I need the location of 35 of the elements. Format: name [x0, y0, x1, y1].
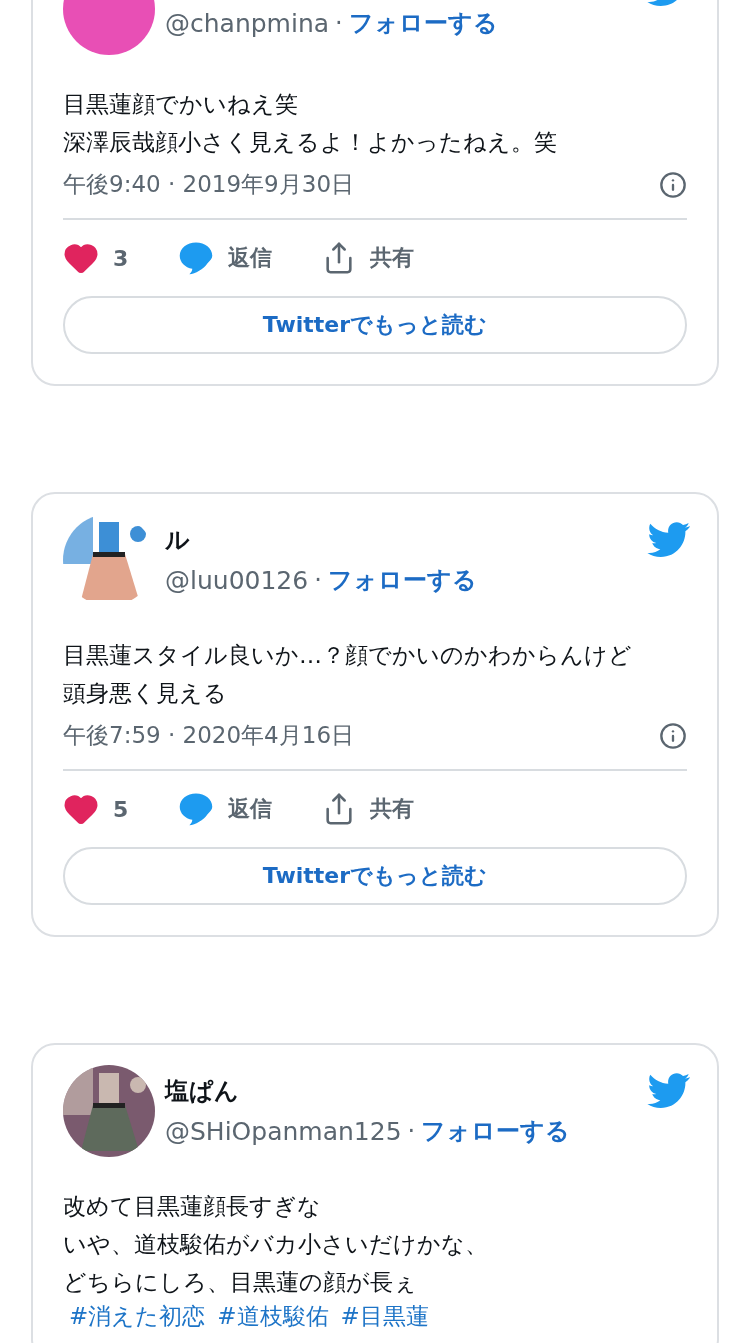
- info-icon[interactable]: [659, 170, 687, 199]
- tweet-timestamp[interactable]: 午後9:40 · 2019年9月30日: [63, 169, 354, 200]
- separator-dot: ·: [314, 566, 322, 594]
- separator-dot: ·: [407, 1117, 416, 1145]
- share-label[interactable]: 共有: [370, 243, 415, 273]
- user-handle: @luu00126: [165, 565, 309, 595]
- user-handle: @chanpmina: [165, 8, 330, 38]
- read-more-button[interactable]: Twitterでもっと読む: [63, 296, 687, 354]
- separator-dot: ·: [335, 9, 343, 37]
- tweet-text: 頭身悪く見える: [63, 679, 228, 708]
- hashtag-link[interactable]: #道枝駿佑: [217, 1301, 329, 1331]
- tweet-text: 目黒蓮スタイル良いか…？顔でかいのかわからんけど: [63, 641, 633, 670]
- follow-link[interactable]: フォローする: [327, 564, 477, 596]
- tweet-text: どちらにしろ、目黒蓮の顔が長ぇ: [63, 1268, 418, 1297]
- user-name: ル: [165, 525, 190, 556]
- follow-link[interactable]: フォローする: [421, 1115, 571, 1147]
- tweet-text: 目黒蓮顔でかいねえ笑: [63, 90, 299, 119]
- speech-bubble-icon[interactable]: [178, 241, 215, 275]
- tweet-text: 改めて目黒蓮顔長すぎな: [63, 1192, 322, 1221]
- user-handle: @SHiOpanman125: [165, 1116, 402, 1146]
- tweet-text: 深澤辰哉顔小さく見えるよ！よかったねえ。笑: [63, 128, 558, 157]
- like-count: 5: [113, 796, 129, 822]
- read-more-button[interactable]: Twitterでもっと読む: [63, 847, 687, 905]
- hashtag-link[interactable]: #目黒蓮: [340, 1301, 429, 1331]
- tweet-text: いや、道枝駿佑がバカ小さいだけかな、: [63, 1230, 489, 1259]
- like-count: 3: [113, 245, 129, 271]
- info-icon[interactable]: [659, 721, 687, 750]
- share-label[interactable]: 共有: [370, 794, 415, 824]
- speech-bubble-icon[interactable]: [178, 792, 215, 826]
- reply-label[interactable]: 返信: [228, 794, 273, 824]
- reply-label[interactable]: 返信: [228, 243, 273, 273]
- user-name: 塩ぱん: [165, 1076, 239, 1107]
- follow-link[interactable]: フォローする: [348, 7, 498, 39]
- hashtag-link[interactable]: #消えた初恋: [69, 1301, 206, 1331]
- tweet-timestamp[interactable]: 午後7:59 · 2020年4月16日: [63, 720, 354, 751]
